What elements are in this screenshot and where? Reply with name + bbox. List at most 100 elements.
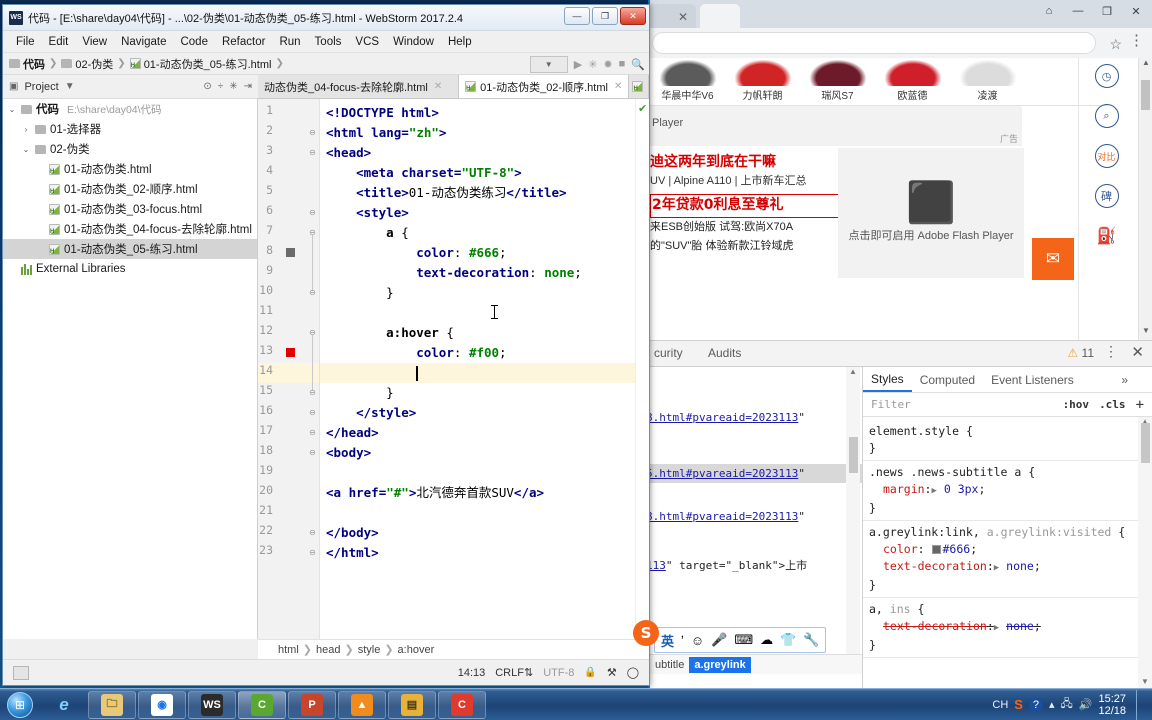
css-selector[interactable]: a, [869, 602, 890, 616]
expand-all-icon[interactable]: ÷ [218, 81, 224, 92]
status-line-separator[interactable]: CRLF⇅ [495, 666, 533, 679]
fuel-icon[interactable]: ⛽ [1095, 224, 1119, 248]
address-bar-input[interactable] [652, 32, 1096, 54]
tree-item-1[interactable]: › 01-选择器 [3, 119, 257, 139]
menu-help[interactable]: Help [441, 34, 479, 50]
car-item-3[interactable]: 欧蓝德 [875, 60, 950, 105]
code-line-23[interactable]: </html> [326, 543, 379, 563]
bookmark-star-icon[interactable]: ☆ [1109, 36, 1122, 53]
toggle-cls-button[interactable]: .cls [1099, 398, 1126, 411]
taskbar-item-internet-explorer[interactable]: e [42, 691, 86, 719]
tree-item-7[interactable]: 01-动态伪类_05-练习.html [3, 239, 257, 259]
navbar-crumb-folder[interactable]: 02-伪类 [61, 56, 113, 72]
styles-scroll-thumb[interactable] [1141, 423, 1150, 463]
code-line-2[interactable]: <html lang="zh"> [326, 123, 446, 143]
editor-tab-1[interactable]: 01-动态伪类_02-顺序.html ✕ [459, 75, 630, 98]
code-line-17[interactable]: </head> [326, 423, 379, 443]
sogou-ime-toolbar[interactable]: 英 ʼ ☺ 🎤 ⌨ ☁ 👕 🔧 [654, 627, 826, 653]
gutter-change-marker[interactable] [286, 348, 295, 357]
code-fold-icon[interactable]: ⊖ [308, 428, 317, 437]
menu-file[interactable]: File [9, 34, 42, 50]
css-declaration[interactable]: color: #666; [869, 541, 1138, 558]
menu-refactor[interactable]: Refactor [215, 34, 272, 50]
status-encoding[interactable]: UTF-8 [543, 667, 574, 679]
webstorm-close-button[interactable]: ✕ [620, 7, 646, 25]
editor-scrollbar[interactable]: ✔ ▼ [635, 99, 649, 639]
status-readonly-lock-icon[interactable]: 🔒 [584, 667, 596, 678]
code-line-15[interactable]: } [386, 383, 394, 403]
styles-filter-input[interactable]: Filter [871, 398, 911, 411]
chrome-tab-2[interactable] [700, 4, 740, 28]
dom-breadcrumb-1[interactable]: a.greylink [689, 656, 751, 673]
compare-icon[interactable]: 对比 [1094, 144, 1119, 168]
taskbar-item-vlc-media-player[interactable]: ▲ [338, 690, 386, 719]
tree-item-2[interactable]: ⌄ 02-伪类 [3, 139, 257, 159]
chrome-menu-icon[interactable]: ⋮ [1129, 33, 1144, 47]
menu-code[interactable]: Code [173, 34, 215, 50]
ime-button-6[interactable]: 👕 [780, 632, 796, 648]
elements-scroll-up-icon[interactable]: ▲ [846, 367, 860, 379]
tree-item-8[interactable]: External Libraries [3, 259, 257, 279]
chrome-tab-1-close-icon[interactable]: ✕ [678, 11, 688, 23]
chevron-right-icon[interactable]: › [21, 125, 31, 134]
devtools-more-icon[interactable]: ⋮ [1104, 343, 1118, 360]
news-link-2[interactable]: 的"SUV"胎 体验新款江铃域虎 [650, 237, 840, 256]
debug-button-icon[interactable]: ✳ [588, 58, 597, 71]
devtools-close-icon[interactable]: ✕ [1131, 345, 1144, 360]
code-line-5[interactable]: <title>01-动态伪类练习</title> [356, 183, 566, 203]
chevron-down-icon[interactable]: ⌄ [21, 145, 31, 154]
breadcrumb-item-ahover[interactable]: a:hover [398, 644, 435, 656]
taskbar-item-camtasia-recorder[interactable]: C [438, 690, 486, 719]
ime-button-4[interactable]: ⌨ [734, 632, 753, 648]
chrome-minimize-button[interactable]: — [1064, 1, 1092, 21]
news-headline[interactable]: 迪这两年到底在干嘛 [650, 152, 840, 172]
devtools-elements-scrollbar[interactable]: ▲ ▼ [846, 367, 860, 667]
car-item-2[interactable]: 瑞风S7 [800, 60, 875, 105]
taskbar-item-camtasia-studio[interactable]: C [238, 690, 286, 719]
ime-button-7[interactable]: 🔧 [803, 632, 819, 648]
run-configuration-selector[interactable]: ▼ [529, 55, 568, 73]
dom-node-line-3[interactable]: 113" target="_blank">上市 [650, 557, 807, 573]
css-selector[interactable]: a.greylink:link, [869, 525, 980, 539]
koubei-icon[interactable]: 碑 [1094, 184, 1119, 208]
code-fold-icon[interactable]: ⊖ [308, 528, 317, 537]
code-line-12[interactable]: a:hover { [386, 323, 454, 343]
dom-node-line-2[interactable]: 8.html#pvareaid=2023113" [650, 510, 805, 523]
editor-code-area[interactable]: <!DOCTYPE html> <html lang="zh"> <head> <me… [320, 99, 635, 639]
car-item-4[interactable]: 凌渡 [950, 60, 1025, 105]
settings-gear-icon[interactable]: ✳ [229, 81, 237, 92]
toggle-hov-button[interactable]: :hov [1063, 398, 1090, 411]
menu-view[interactable]: View [75, 34, 114, 50]
news-boxed-promo[interactable]: 2年贷款0利息至尊礼 广告 [650, 194, 861, 218]
ime-button-5[interactable]: ☁ [760, 632, 773, 648]
page-scroll-up-icon[interactable]: ▲ [1139, 58, 1152, 72]
css-declaration[interactable]: text-decoration:▶ none; [869, 558, 1138, 577]
styles-tabs-overflow-icon[interactable]: » [1121, 373, 1152, 387]
stop-button-icon[interactable]: ■ [619, 58, 626, 70]
code-fold-icon[interactable]: ⊖ [308, 388, 317, 397]
hide-panel-icon[interactable]: ⇥ [244, 81, 252, 92]
flash-ad-banner-top[interactable]: Player 广告 [650, 106, 1022, 146]
tab-styles[interactable]: Styles [863, 367, 912, 392]
start-button[interactable]: ⊞ [0, 690, 40, 720]
devtools-elements-panel[interactable]: 8.html#pvareaid=2023113" 5.html#pvareaid=… [650, 367, 862, 667]
breadcrumb-item-html[interactable]: html [278, 644, 299, 656]
status-build-icon[interactable]: ⚒ [607, 666, 617, 679]
css-rule-3[interactable]: a, ins {text-decoration:▶ none;} [863, 598, 1138, 658]
webstorm-minimize-button[interactable]: — [564, 7, 590, 25]
collapse-all-icon[interactable]: ⊙ [203, 81, 211, 92]
css-rule-2[interactable]: a.greylink:link, a.greylink:visited {col… [863, 521, 1138, 598]
tray-volume-icon[interactable]: 🔊 [1079, 698, 1093, 711]
chrome-profile-icon[interactable]: ⌂ [1035, 1, 1063, 21]
menu-vcs[interactable]: VCS [348, 34, 386, 50]
gutter-change-marker[interactable] [286, 248, 295, 257]
breadcrumb-item-head[interactable]: head [316, 644, 340, 656]
adobe-flash-placeholder[interactable]: ⬛ 点击即可启用 Adobe Flash Player [838, 148, 1024, 278]
css-selector[interactable]: .news .news-subtitle a [869, 465, 1021, 479]
status-toolwindow-toggle[interactable] [13, 665, 29, 680]
code-fold-icon[interactable]: ⊖ [308, 228, 317, 237]
car-item-0[interactable]: 华晨中华V6 [650, 60, 725, 105]
code-line-20[interactable]: <a href="#">北汽德奔首款SUV</a> [326, 483, 544, 503]
tree-item-0[interactable]: ⌄ 代码 E:\share\day04\代码 [3, 99, 257, 119]
tree-item-6[interactable]: 01-动态伪类_04-focus-去除轮廓.html [3, 219, 257, 239]
